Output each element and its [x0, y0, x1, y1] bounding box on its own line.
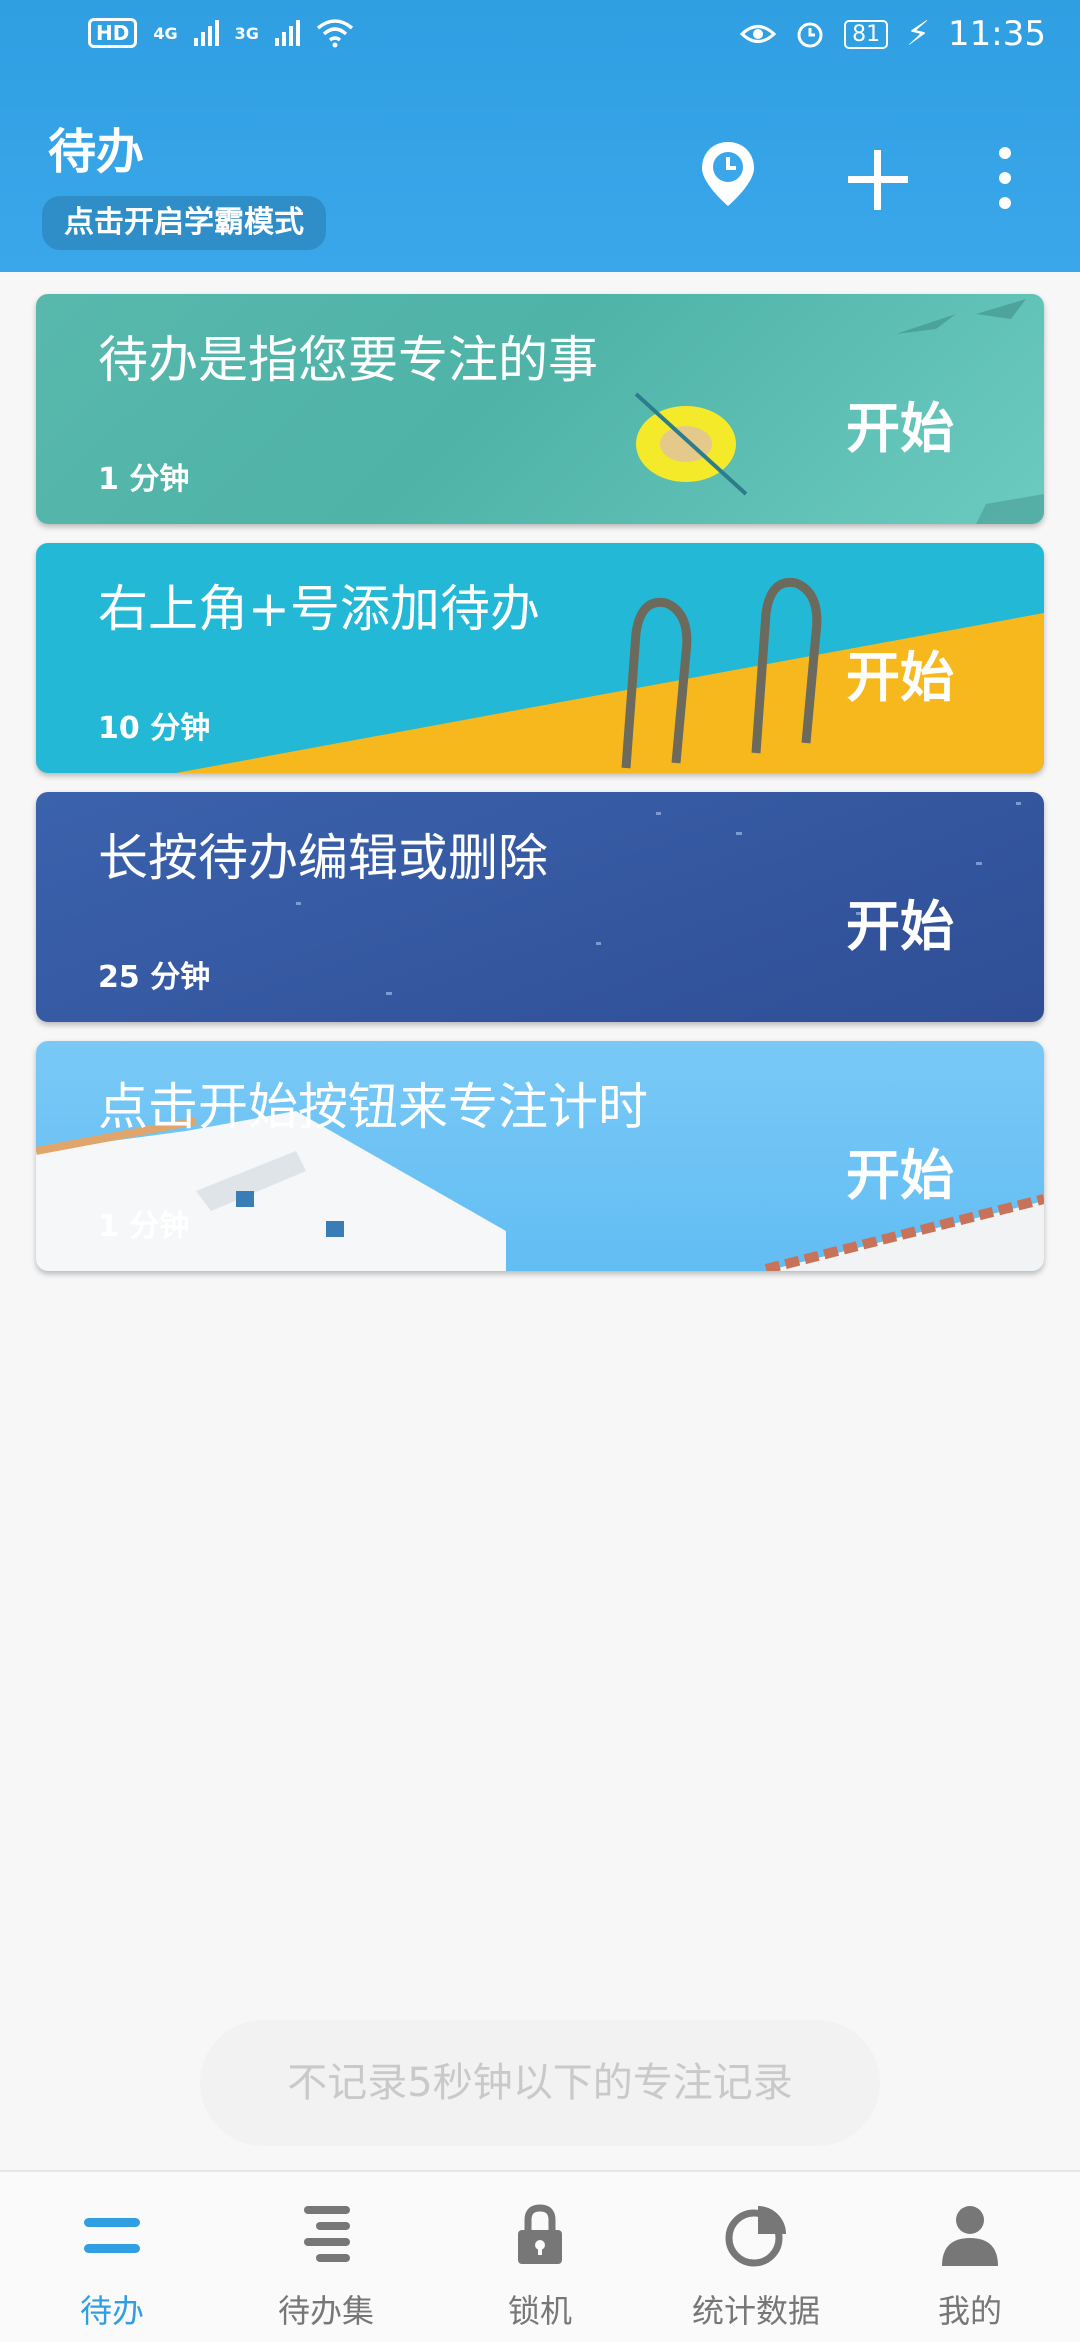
todo-duration: 1 分钟	[98, 1209, 190, 1244]
start-button[interactable]: 开始	[846, 384, 954, 463]
app-header: HD 4G 3G 81 ⚡ 11:35 待办 点击开启学霸模式	[0, 0, 1080, 272]
nav-item-todo[interactable]: 待办	[4, 2172, 220, 2342]
clock-time: 11:35	[948, 14, 1046, 54]
nav-label: 统计数据	[691, 2292, 820, 2330]
start-button[interactable]: 开始	[846, 882, 954, 961]
start-button[interactable]: 开始	[846, 1131, 954, 1210]
todo-card[interactable]: 待办是指您要专注的事 1 分钟 开始	[36, 294, 1044, 524]
hd-indicator: HD	[88, 18, 138, 48]
history-location-icon[interactable]	[700, 140, 756, 210]
todo-title: 点击开始按钮来专注计时	[98, 1078, 648, 1136]
nav-item-statistics[interactable]: 统计数据	[648, 2172, 864, 2342]
nav-label: 待办	[79, 2292, 144, 2330]
nav-label: 待办集	[277, 2292, 374, 2330]
toast-message: 不记录5秒钟以下的专注记录	[287, 2060, 793, 2106]
pie-chart-icon	[725, 2206, 786, 2267]
todo-card[interactable]: 点击开始按钮来专注计时 1 分钟 开始	[36, 1041, 1044, 1271]
charging-icon: ⚡	[906, 14, 931, 54]
bottom-navigation: 待办 待办集 锁机 统计数据 我的	[0, 2170, 1080, 2342]
study-mode-button[interactable]: 点击开启学霸模式	[42, 196, 326, 250]
todo-card[interactable]: 右上角+号添加待办 10 分钟 开始	[36, 543, 1044, 773]
wifi-icon	[316, 19, 353, 48]
start-button[interactable]: 开始	[846, 633, 954, 712]
status-bar: HD 4G 3G 81 ⚡ 11:35	[0, 0, 1080, 80]
alarm-icon	[797, 22, 823, 48]
todo-icon	[84, 2218, 140, 2253]
todo-set-icon	[304, 2206, 350, 2262]
signal-icon	[193, 20, 219, 46]
add-icon[interactable]	[846, 148, 910, 212]
lock-icon	[518, 2204, 562, 2264]
person-icon	[942, 2206, 998, 2266]
todo-title: 长按待办编辑或删除	[98, 829, 548, 887]
eye-comfort-icon	[740, 25, 777, 43]
todo-duration: 10 分钟	[98, 711, 211, 746]
todo-duration: 1 分钟	[98, 462, 190, 497]
more-menu-icon[interactable]	[996, 146, 1014, 210]
nav-item-profile[interactable]: 我的	[862, 2172, 1078, 2342]
todo-duration: 25 分钟	[98, 960, 211, 995]
todo-title: 右上角+号添加待办	[98, 580, 540, 638]
page-title: 待办	[48, 124, 145, 180]
network-4g-label: 4G	[153, 23, 178, 43]
network-3g-label: 3G	[234, 23, 259, 43]
todo-card[interactable]: 长按待办编辑或删除 25 分钟 开始	[36, 792, 1044, 1022]
signal-icon-2	[274, 20, 300, 46]
nav-label: 锁机	[507, 2292, 572, 2330]
nav-label: 我的	[937, 2292, 1002, 2330]
battery-indicator: 81	[844, 19, 889, 49]
nav-item-lock[interactable]: 锁机	[432, 2172, 648, 2342]
todo-title: 待办是指您要专注的事	[98, 331, 598, 389]
nav-item-todo-set[interactable]: 待办集	[218, 2172, 434, 2342]
